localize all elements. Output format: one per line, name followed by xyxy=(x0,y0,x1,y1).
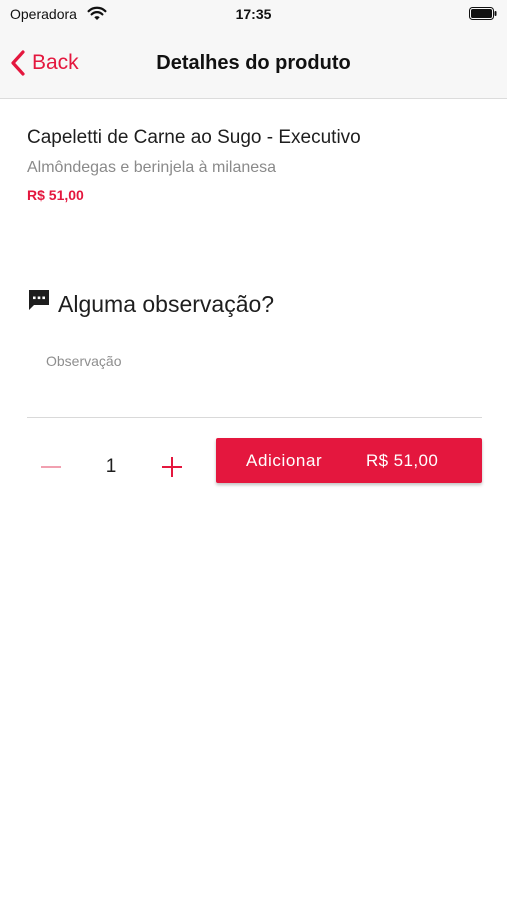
page-title: Detalhes do produto xyxy=(156,52,351,74)
navigation-bar: Back Detalhes do produto xyxy=(0,28,507,99)
increase-quantity-button[interactable] xyxy=(157,452,187,482)
quantity-value: 1 xyxy=(105,456,117,477)
battery-icon xyxy=(469,7,497,20)
decrease-quantity-button[interactable] xyxy=(36,452,66,482)
comment-icon xyxy=(29,290,49,310)
status-bar: Operadora 17:35 xyxy=(0,0,507,28)
observation-header: Alguma observação? xyxy=(27,289,274,319)
product-description: Almôndegas e berinjela à milanesa xyxy=(27,159,277,176)
status-time: 17:35 xyxy=(235,6,272,22)
minus-icon xyxy=(41,466,61,468)
observation-title: Alguma observação? xyxy=(58,290,275,317)
product-price: R$ 51,00 xyxy=(27,187,84,203)
add-button-label: Adicionar xyxy=(246,450,323,470)
product-details-screen: Operadora 17:35 Back Detalhes do produto… xyxy=(0,0,507,900)
observation-input[interactable] xyxy=(27,343,482,418)
add-to-cart-button[interactable]: Adicionar R$ 51,00 xyxy=(216,438,482,483)
product-name: Capeletti de Carne ao Sugo - Executivo xyxy=(27,127,361,148)
add-button-price: R$ 51,00 xyxy=(366,450,439,470)
